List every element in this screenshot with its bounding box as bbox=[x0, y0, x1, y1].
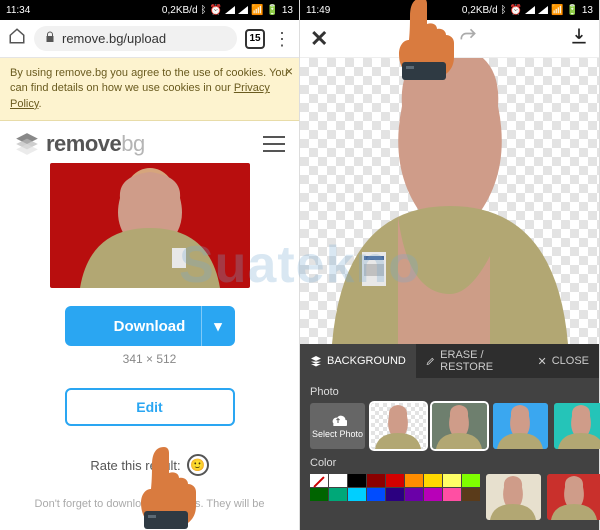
status-time: 11:49 bbox=[306, 5, 330, 16]
status-data-rate: 0,2KB/d bbox=[462, 5, 498, 16]
alarm-icon: ⏰ bbox=[210, 5, 222, 16]
hamburger-menu-icon[interactable] bbox=[263, 136, 285, 152]
battery-icon: 🔋 bbox=[566, 5, 578, 16]
bg-thumb[interactable] bbox=[493, 403, 548, 449]
main-content: Download ▾ 341 × 512 Edit Rate this resu… bbox=[0, 161, 299, 530]
wifi-icon: 📶 bbox=[251, 5, 263, 16]
image-dimensions: 341 × 512 bbox=[123, 352, 177, 366]
bluetooth-icon: ᛒ bbox=[201, 5, 207, 16]
bg-thumb[interactable] bbox=[486, 474, 541, 520]
status-data-rate: 0,2KB/d bbox=[162, 5, 198, 16]
bluetooth-icon: ᛒ bbox=[501, 5, 507, 16]
status-time: 11:34 bbox=[6, 5, 30, 16]
tab-erase-restore[interactable]: ERASE / RESTORE bbox=[416, 344, 528, 378]
redo-icon[interactable] bbox=[458, 26, 478, 51]
color-swatch[interactable] bbox=[443, 488, 461, 501]
color-swatch[interactable] bbox=[329, 474, 347, 487]
color-swatch[interactable] bbox=[462, 474, 480, 487]
color-section-row bbox=[310, 474, 589, 520]
background-panel: Photo Select Photo Color bbox=[300, 378, 599, 530]
upload-photo-button[interactable]: Select Photo bbox=[310, 403, 365, 449]
editor-toolbar: ✕ bbox=[300, 20, 599, 58]
bg-thumb[interactable] bbox=[371, 403, 426, 449]
color-swatch[interactable] bbox=[424, 488, 442, 501]
layers-icon bbox=[310, 355, 322, 367]
color-swatch[interactable] bbox=[405, 474, 423, 487]
color-swatch[interactable] bbox=[386, 488, 404, 501]
battery-percent: 13 bbox=[582, 5, 593, 16]
color-preview-thumbs bbox=[486, 474, 600, 520]
battery-percent: 13 bbox=[282, 5, 293, 16]
color-swatch[interactable] bbox=[424, 474, 442, 487]
home-icon[interactable] bbox=[8, 27, 26, 50]
rate-result-row: Rate this result: 🙂 bbox=[90, 454, 208, 476]
undo-icon[interactable] bbox=[420, 26, 440, 51]
close-icon: ✕ bbox=[537, 355, 546, 368]
tab-background[interactable]: BACKGROUND bbox=[300, 344, 416, 378]
status-bar: 11:49 0,2KB/d ᛒ ⏰ 📶 🔋 13 bbox=[300, 0, 599, 20]
color-swatch[interactable] bbox=[443, 474, 461, 487]
person-silhouette bbox=[60, 168, 240, 288]
bg-thumb[interactable] bbox=[554, 403, 600, 449]
cookie-close-icon[interactable]: × bbox=[285, 62, 293, 82]
color-section-label: Color bbox=[310, 457, 589, 469]
color-swatch[interactable] bbox=[329, 488, 347, 501]
phone-left-browser: 11:34 0,2KB/d ᛒ ⏰ 📶 🔋 13 remove.bg/uploa… bbox=[0, 0, 300, 530]
tab-close[interactable]: ✕ CLOSE bbox=[527, 344, 599, 378]
result-image bbox=[50, 163, 250, 288]
download-button[interactable]: Download ▾ bbox=[65, 306, 235, 346]
browser-toolbar: remove.bg/upload 15 ⋮ bbox=[0, 20, 299, 58]
address-bar[interactable]: remove.bg/upload bbox=[34, 26, 237, 51]
color-swatch[interactable] bbox=[348, 474, 366, 487]
cookie-banner: By using remove.bg you agree to the use … bbox=[0, 58, 299, 121]
bg-thumb[interactable] bbox=[547, 474, 600, 520]
close-editor-icon[interactable]: ✕ bbox=[310, 26, 328, 52]
pencil-icon bbox=[426, 355, 435, 367]
edit-button[interactable]: Edit bbox=[65, 388, 235, 426]
wifi-icon: 📶 bbox=[551, 5, 563, 16]
photo-section-label: Photo bbox=[310, 386, 589, 398]
color-swatch[interactable] bbox=[462, 488, 480, 501]
signal-icon bbox=[538, 6, 548, 14]
color-swatch[interactable] bbox=[405, 488, 423, 501]
alarm-icon: ⏰ bbox=[510, 5, 522, 16]
color-swatch-grid bbox=[310, 474, 478, 501]
battery-icon: 🔋 bbox=[266, 5, 278, 16]
signal-icon bbox=[225, 6, 235, 14]
photo-thumbnails-row: Select Photo bbox=[310, 403, 589, 449]
smile-face-icon[interactable]: 🙂 bbox=[187, 454, 209, 476]
color-swatch[interactable] bbox=[367, 474, 385, 487]
logo-icon bbox=[14, 131, 40, 157]
removebg-logo[interactable]: removebg bbox=[14, 131, 145, 157]
background-tabs: BACKGROUND ERASE / RESTORE ✕ CLOSE bbox=[300, 344, 599, 378]
color-swatch[interactable] bbox=[310, 474, 328, 487]
signal-icon bbox=[525, 6, 535, 14]
color-swatch[interactable] bbox=[386, 474, 404, 487]
site-header: removebg bbox=[0, 121, 299, 161]
download-icon[interactable] bbox=[569, 26, 589, 51]
color-swatch[interactable] bbox=[348, 488, 366, 501]
editor-canvas[interactable] bbox=[300, 58, 599, 344]
bg-thumb[interactable] bbox=[432, 403, 487, 449]
color-swatch[interactable] bbox=[367, 488, 385, 501]
status-bar: 11:34 0,2KB/d ᛒ ⏰ 📶 🔋 13 bbox=[0, 0, 299, 20]
lock-icon bbox=[44, 31, 56, 46]
download-dropdown-button[interactable]: ▾ bbox=[201, 306, 235, 346]
color-swatch[interactable] bbox=[310, 488, 328, 501]
tab-count-button[interactable]: 15 bbox=[245, 29, 265, 49]
phone-right-editor: 11:49 0,2KB/d ᛒ ⏰ 📶 🔋 13 ✕ bbox=[300, 0, 600, 530]
url-text: remove.bg/upload bbox=[62, 31, 166, 46]
person-cutout bbox=[320, 58, 580, 344]
signal-icon bbox=[238, 6, 248, 14]
download-reminder: Don't forget to download your files. The… bbox=[21, 498, 279, 510]
